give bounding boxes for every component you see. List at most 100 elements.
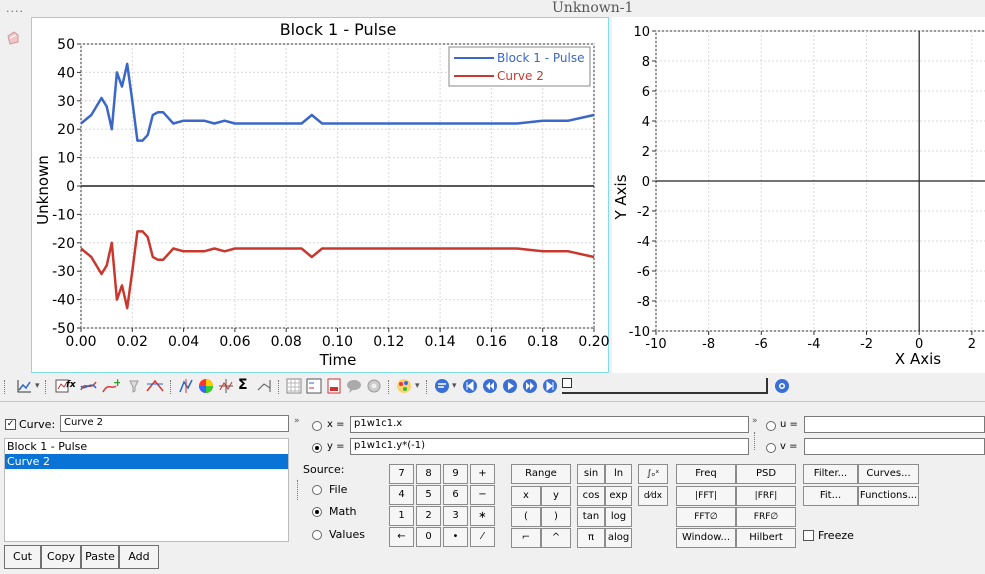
x-button[interactable]: x [511,486,541,506]
list-item[interactable]: Block 1 - Pulse [5,439,288,454]
x-expression-input[interactable]: p1w1c1.x [350,416,749,433]
v-radio[interactable] [766,443,776,453]
keypad-key[interactable]: • [443,527,468,547]
rewind-icon[interactable] [482,378,498,394]
keypad-key[interactable]: 3 [443,506,468,526]
curve-name-input[interactable]: Curve 2 [60,415,289,432]
psd-button[interactable]: PSD [736,464,796,484]
keypad-key[interactable]: ← [389,527,414,547]
frf-mag-button[interactable]: |FRF| [736,486,796,506]
freq-button[interactable]: Freq [676,464,736,484]
source-math-radio[interactable] [312,507,322,517]
plot-window-1[interactable]: Block 1 - Pulse 50 40 30 20 10 0 -10 -20 -30 -40-… [31,17,610,373]
derivative-button[interactable]: d⁄dx [638,486,668,506]
x-radio[interactable] [312,421,322,431]
ln-button[interactable]: ln [605,464,632,484]
keypad-key[interactable]: 4 [389,485,414,505]
u-expression-input[interactable] [804,416,985,433]
y-expression-input[interactable]: p1w1c1.y*(-1) [350,438,749,455]
keypad-key[interactable]: 9 [443,464,468,484]
keypad-key[interactable]: 2 [416,506,441,526]
plot-window-2[interactable]: 10 8 6 4 2 0 -2 -4 -6 -8 -10 -10 -8 -6 -4 -2 0 2 Y Axis … [612,17,985,373]
v-expression-input[interactable] [804,438,985,455]
freeze-checkbox[interactable] [803,530,814,541]
peak-icon[interactable] [146,378,164,394]
fit-button[interactable]: Fit... [803,486,858,506]
alog-button[interactable]: alog [605,528,632,548]
window-button[interactable]: Window... [676,528,736,548]
filter-button[interactable]: Filter... [803,464,858,484]
curve-list[interactable]: Block 1 - Pulse Curve 2 [4,438,289,542]
fast-forward-icon[interactable] [522,378,538,394]
source-values-radio[interactable] [312,530,322,540]
expand-chevron[interactable]: » [752,416,758,426]
plot1-legend[interactable]: Block 1 - Pulse Curve 2 [448,46,591,87]
keypad-key[interactable]: + [470,464,495,484]
gear-icon[interactable] [366,378,382,394]
range-button[interactable]: Range [511,464,571,484]
play-icon[interactable] [502,378,518,394]
chevron-down-icon[interactable]: ▾ [452,381,457,391]
u-radio[interactable] [766,421,776,431]
chevron-down-icon[interactable]: ▾ [35,381,40,391]
keypad-key[interactable]: 7 [389,464,414,484]
sigma-icon[interactable]: Σ [238,377,254,393]
sin-button[interactable]: sin [577,464,605,484]
note-icon[interactable] [346,378,362,394]
splitter[interactable] [754,432,756,450]
cos-button[interactable]: cos [577,486,605,506]
settings-icon[interactable] [774,378,790,394]
color-wheel-icon[interactable] [198,378,214,394]
palette-icon[interactable] [396,378,412,394]
chevron-down-icon[interactable]: ▾ [415,381,420,391]
keypad-key[interactable]: 5 [416,485,441,505]
curves-button[interactable]: Curves... [858,464,919,484]
source-file-radio[interactable] [312,485,322,495]
power-button[interactable]: ^ [541,528,571,548]
splitter[interactable] [297,480,299,500]
curve-checkbox[interactable]: ✓ [5,419,16,430]
curves-icon[interactable] [80,378,97,394]
last-frame-icon[interactable] [542,378,558,394]
y-button[interactable]: y [541,486,571,506]
open-paren-button[interactable]: ( [511,507,541,527]
animation-settings-icon[interactable] [434,378,450,394]
animation-slider[interactable] [562,378,768,394]
functions-button[interactable]: Functions... [858,486,919,506]
keypad-key[interactable]: 0 [416,527,441,547]
log-button[interactable]: log [605,507,632,527]
panel-grip-dots[interactable]: .... [6,2,24,15]
first-frame-icon[interactable] [462,378,478,394]
exp-button[interactable]: exp [605,486,632,506]
integrate-button[interactable]: ∫ₒˣ [638,464,668,484]
hilbert-button[interactable]: Hilbert [736,528,796,548]
not-button[interactable]: ⌐ [511,528,541,548]
pi-button[interactable]: π [577,528,605,548]
cut-button[interactable]: Cut [4,545,41,569]
page-icon[interactable] [326,378,342,394]
keypad-key[interactable]: 6 [443,485,468,505]
measure-icon[interactable] [256,378,272,394]
close-paren-button[interactable]: ) [541,507,571,527]
cursor-icon[interactable] [178,378,194,394]
copy-button[interactable]: Copy [41,545,81,569]
crosshair-icon[interactable] [218,378,234,394]
fft-phase-button[interactable]: FFT∅ [676,507,736,527]
slider-handle[interactable] [562,378,572,388]
grid-lines-icon[interactable] [286,378,302,394]
add-button[interactable]: Add [119,545,159,569]
keypad-key[interactable]: ∗ [470,506,495,526]
axis-icon[interactable] [16,378,32,394]
list-item[interactable]: Curve 2 [5,454,288,469]
keypad-key[interactable]: ⁄ [470,527,495,547]
keypad-key[interactable]: 1 [389,506,414,526]
add-point-icon[interactable]: + [102,376,122,394]
keypad-key[interactable]: − [470,485,495,505]
eraser-icon[interactable] [6,30,20,46]
frf-phase-button[interactable]: FRF∅ [736,507,796,527]
tan-button[interactable]: tan [577,507,605,527]
fft-mag-button[interactable]: |FFT| [676,486,736,506]
legend-icon[interactable] [306,378,322,394]
paste-button[interactable]: Paste [81,545,119,569]
y-radio[interactable] [312,443,322,453]
